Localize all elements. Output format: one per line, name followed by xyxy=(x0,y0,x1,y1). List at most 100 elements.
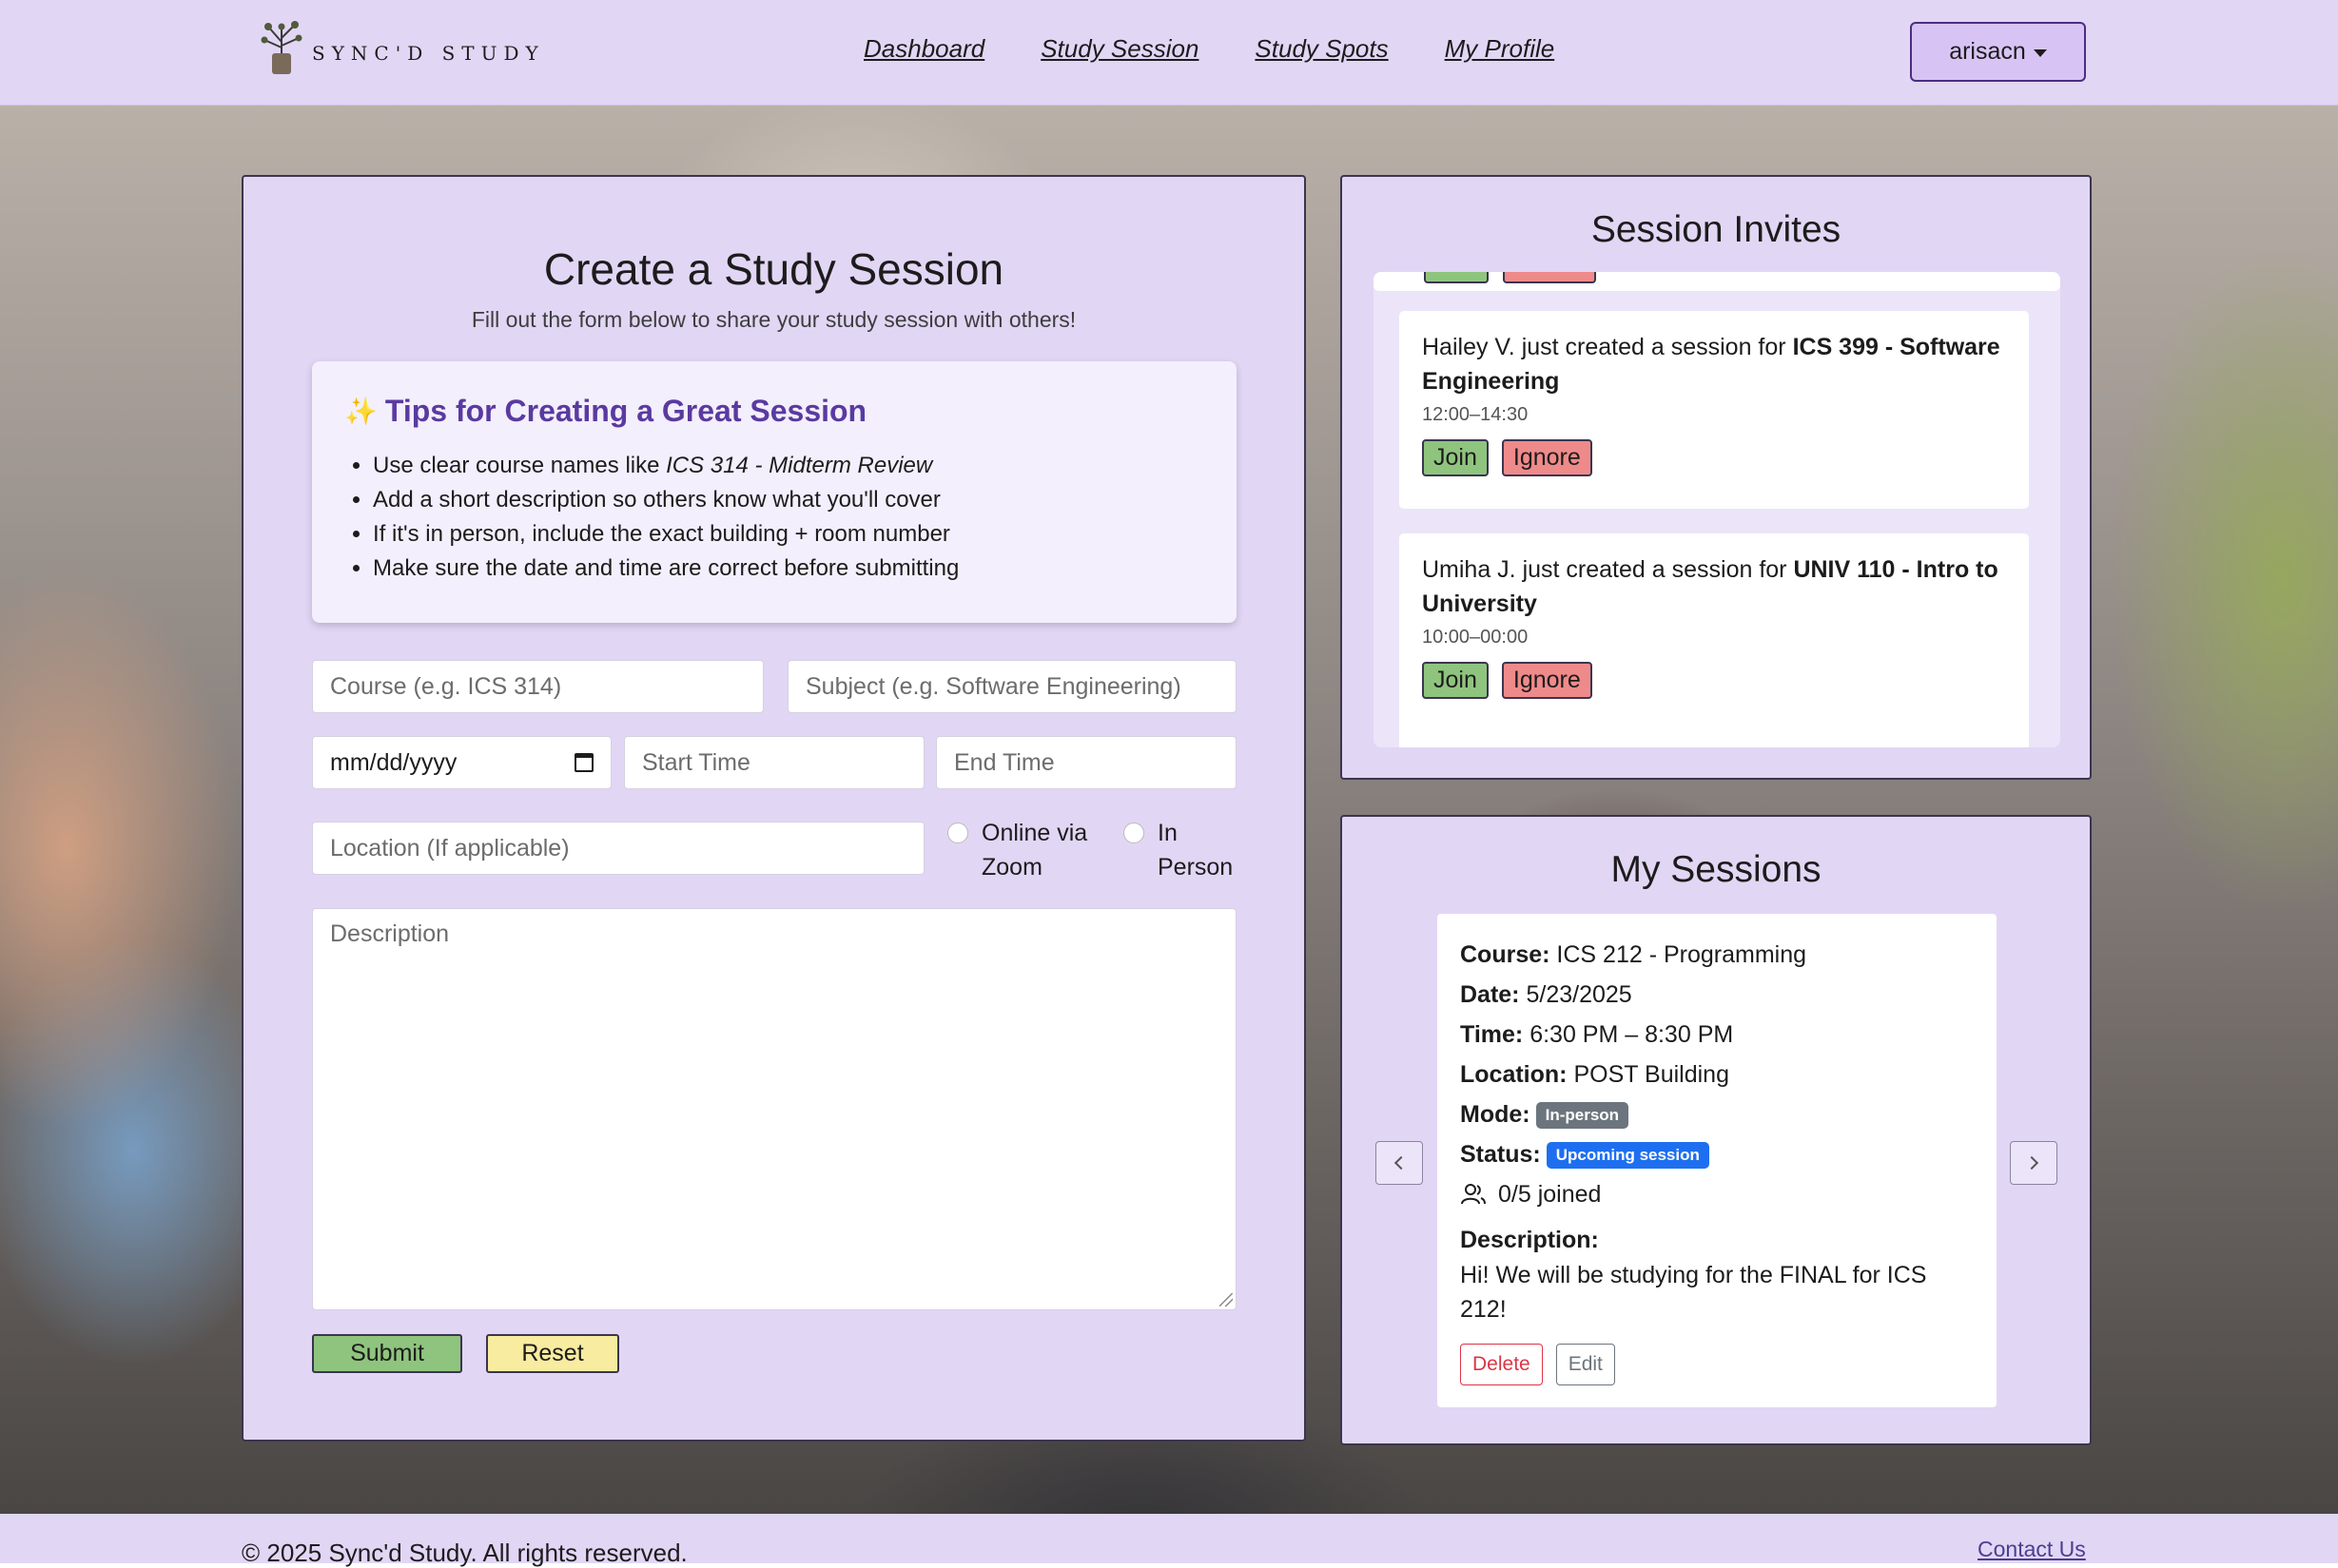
end-time-placeholder: End Time xyxy=(954,748,1055,776)
create-session-subtitle: Fill out the form below to share your st… xyxy=(471,307,1077,332)
plant-logo-icon xyxy=(261,21,302,74)
location-input[interactable]: Location (If applicable) xyxy=(312,822,925,875)
session-invites-title: Session Invites xyxy=(1590,209,1841,250)
invite-message: Hailey V. just created a session for ICS… xyxy=(1422,330,2006,398)
description-textarea[interactable]: Description xyxy=(312,908,1237,1310)
nav-links: Dashboard Study Session Study Spots My P… xyxy=(864,34,1610,64)
in-person-radio[interactable] xyxy=(1123,823,1144,843)
navbar: SYNC'D STUDY Dashboard Study Session Stu… xyxy=(0,0,2338,106)
location-value: POST Building xyxy=(1573,1061,1729,1088)
subject-placeholder: Subject (e.g. Software Engineering) xyxy=(806,672,1181,700)
resize-handle-icon[interactable] xyxy=(1219,1293,1233,1307)
tip-item: Make sure the date and time are correct … xyxy=(373,552,959,586)
session-location-row: Location: POST Building xyxy=(1460,1055,1974,1094)
delete-button[interactable]: Delete xyxy=(1460,1344,1543,1385)
invite-message: Umiha J. just created a session for UNIV… xyxy=(1422,552,2006,621)
ignore-button-partial[interactable] xyxy=(1503,272,1596,283)
invites-scroll-area[interactable]: Hailey V. just created a session for ICS… xyxy=(1374,272,2060,747)
contact-us-link[interactable]: Contact Us xyxy=(1978,1537,2086,1562)
tips-box: ✨ Tips for Creating a Great Session Use … xyxy=(312,361,1237,623)
location-placeholder: Location (If applicable) xyxy=(330,834,570,861)
mode-label: Mode: xyxy=(1460,1101,1530,1128)
session-invites-panel: Session Invites Hailey V. just created a… xyxy=(1340,175,2092,780)
join-button[interactable]: Join xyxy=(1422,439,1489,476)
nav-dashboard-link[interactable]: Dashboard xyxy=(864,34,984,64)
start-time-placeholder: Start Time xyxy=(642,748,750,776)
my-sessions-title: My Sessions xyxy=(1610,849,1822,890)
session-mode-row: Mode: In-person xyxy=(1460,1094,1974,1134)
join-button-partial[interactable] xyxy=(1424,272,1489,283)
invite-prefix: Umiha J. just created a session for xyxy=(1422,556,1794,583)
people-icon xyxy=(1461,1184,1486,1205)
copyright-text: © 2025 Sync'd Study. All rights reserved… xyxy=(242,1539,688,1567)
brand-name: SYNC'D STUDY xyxy=(312,42,545,65)
ignore-button[interactable]: Ignore xyxy=(1501,662,1592,699)
date-input[interactable]: mm/dd/yyyy xyxy=(312,736,612,789)
chevron-left-icon xyxy=(1393,1155,1409,1171)
session-card: Course: ICS 212 - Programming Date: 5/23… xyxy=(1437,914,1997,1407)
session-joined-row: 0/5 joined xyxy=(1460,1174,1974,1214)
subject-input[interactable]: Subject (e.g. Software Engineering) xyxy=(788,660,1237,713)
description-text: Hi! We will be studying for the FINAL fo… xyxy=(1460,1262,1927,1323)
edit-button[interactable]: Edit xyxy=(1555,1344,1615,1385)
user-name: arisacn xyxy=(1949,38,2026,65)
session-time-row: Time: 6:30 PM – 8:30 PM xyxy=(1460,1015,1974,1055)
sparkle-icon: ✨ xyxy=(344,397,378,426)
chevron-right-icon xyxy=(2024,1155,2039,1171)
tips-list: Use clear course names like ICS 314 - Mi… xyxy=(344,449,959,586)
session-actions: Delete Edit xyxy=(1460,1344,1974,1385)
carousel-prev-button[interactable] xyxy=(1375,1141,1423,1185)
tip-item: If it's in person, include the exact bui… xyxy=(373,517,959,552)
submit-button[interactable]: Submit xyxy=(312,1334,462,1373)
start-time-input[interactable]: Start Time xyxy=(624,736,925,789)
invite-actions: Join Ignore xyxy=(1422,662,2006,699)
tip-text: Use clear course names like xyxy=(373,453,667,478)
mode-badge: In-person xyxy=(1535,1102,1629,1130)
carousel-next-button[interactable] xyxy=(2010,1141,2057,1185)
caret-down-icon xyxy=(2033,48,2047,57)
nav-study-spots-link[interactable]: Study Spots xyxy=(1255,34,1388,64)
invite-prefix: Hailey V. just created a session for xyxy=(1422,334,1793,360)
description-placeholder: Description xyxy=(330,920,450,947)
joined-count: 0/5 joined xyxy=(1498,1181,1602,1208)
session-course-row: Course: ICS 212 - Programming xyxy=(1460,935,1974,975)
invite-time: 12:00–14:30 xyxy=(1422,404,1529,425)
join-button[interactable]: Join xyxy=(1422,662,1489,699)
course-label: Course: xyxy=(1460,941,1550,968)
date-placeholder: mm/dd/yyyy xyxy=(330,748,458,776)
calendar-icon[interactable] xyxy=(575,753,594,772)
tip-item: Use clear course names like ICS 314 - Mi… xyxy=(373,449,959,483)
nav-study-session-link[interactable]: Study Session xyxy=(1041,34,1198,64)
location-label: Location: xyxy=(1460,1061,1568,1088)
date-label: Date: xyxy=(1460,981,1520,1008)
tips-title-text: Tips for Creating a Great Session xyxy=(384,394,867,428)
invite-card: Umiha J. just created a session for UNIV… xyxy=(1398,532,2030,747)
user-menu-button[interactable]: arisacn xyxy=(1910,22,2086,82)
invite-card-partial xyxy=(1374,272,2060,291)
course-input[interactable]: Course (e.g. ICS 314) xyxy=(312,660,764,713)
online-zoom-option[interactable]: Online via Zoom xyxy=(947,816,1105,884)
status-label: Status: xyxy=(1460,1141,1541,1168)
session-status-row: Status: Upcoming session xyxy=(1460,1134,1974,1174)
end-time-input[interactable]: End Time xyxy=(936,736,1237,789)
reset-button[interactable]: Reset xyxy=(486,1334,619,1373)
in-person-label: In Person xyxy=(1158,820,1234,881)
in-person-option[interactable]: In Person xyxy=(1123,816,1243,884)
nav-my-profile-link[interactable]: My Profile xyxy=(1445,34,1555,64)
create-session-panel: Create a Study Session Fill out the form… xyxy=(242,175,1306,1442)
footer: © 2025 Sync'd Study. All rights reserved… xyxy=(0,1514,2338,1567)
course-placeholder: Course (e.g. ICS 314) xyxy=(330,672,562,700)
date-value: 5/23/2025 xyxy=(1526,981,1632,1008)
time-label: Time: xyxy=(1460,1021,1524,1048)
course-value: ICS 212 - Programming xyxy=(1556,941,1807,968)
tip-example: ICS 314 - Midterm Review xyxy=(666,453,933,478)
ignore-button[interactable]: Ignore xyxy=(1501,439,1592,476)
time-value: 6:30 PM – 8:30 PM xyxy=(1529,1021,1734,1048)
brand-logo[interactable]: SYNC'D STUDY xyxy=(255,15,545,78)
invite-actions: Join Ignore xyxy=(1422,439,2006,476)
invite-time: 10:00–00:00 xyxy=(1422,627,1529,648)
description-label: Description: xyxy=(1460,1227,1599,1253)
tips-title: ✨ Tips for Creating a Great Session xyxy=(344,394,867,429)
online-zoom-radio[interactable] xyxy=(947,823,968,843)
invite-card: Hailey V. just created a session for ICS… xyxy=(1398,310,2030,510)
